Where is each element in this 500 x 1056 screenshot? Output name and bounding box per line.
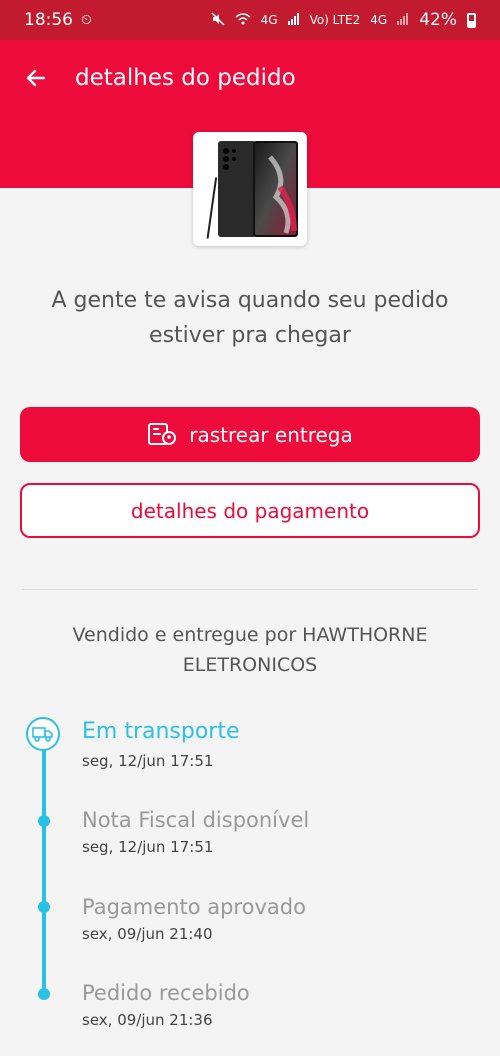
delivery-notice: A gente te avisa quando seu pedido estiv… xyxy=(51,288,449,348)
timeline-current-step xyxy=(26,717,60,751)
timeline-dot xyxy=(38,988,50,1000)
divider xyxy=(22,589,478,590)
network-label: 4G xyxy=(370,13,388,27)
page-title: detalhes do pedido xyxy=(75,65,296,91)
timeline-line xyxy=(42,748,46,996)
back-arrow-icon xyxy=(26,69,46,87)
payment-details-button[interactable]: detalhes do pagamento xyxy=(20,483,480,538)
status-icons: 4G Vo) LTE2 4G 42% xyxy=(211,10,476,30)
track-delivery-label: rastrear entrega xyxy=(189,422,353,447)
timeline-step-date: seg, 12/jun 17:51 xyxy=(82,752,214,770)
battery-percentage: 42% xyxy=(419,10,457,30)
track-delivery-button[interactable]: rastrear entrega xyxy=(20,407,480,462)
network-label: 4G xyxy=(260,13,278,27)
timeline-step-date: sex, 09/jun 21:36 xyxy=(82,1011,213,1029)
timer-icon: ⏲ xyxy=(81,12,92,28)
timeline-step-title: Nota Fiscal disponível xyxy=(82,808,310,832)
seller-info: Vendido e entregue por HAWTHORNE ELETRON… xyxy=(72,624,428,676)
timeline-dot xyxy=(38,815,50,827)
delivery-tracking-icon xyxy=(148,422,177,445)
status-bar: 18:56 ⏲ 4G Vo) LTE2 4G 42% xyxy=(0,0,500,40)
network-label: Vo) LTE2 xyxy=(309,13,361,27)
signal-icon xyxy=(397,12,409,28)
timeline-step-title: Pedido recebido xyxy=(82,981,250,1005)
battery-icon xyxy=(467,12,476,28)
wifi-icon xyxy=(235,12,251,28)
truck-icon xyxy=(32,727,53,742)
timeline-step-title: Pagamento aprovado xyxy=(82,895,306,919)
mute-icon xyxy=(211,11,225,29)
phone-icon xyxy=(206,141,298,239)
status-time: 18:56 xyxy=(24,10,73,30)
timeline-step-date: sex, 09/jun 21:40 xyxy=(82,925,213,943)
timeline-dot xyxy=(38,901,50,913)
product-image[interactable] xyxy=(193,132,307,246)
payment-details-label: detalhes do pagamento xyxy=(130,498,370,523)
back-button[interactable] xyxy=(18,60,54,96)
signal-icon xyxy=(287,12,300,28)
timeline-step-title: Em transporte xyxy=(82,719,240,744)
timeline-step-date: seg, 12/jun 17:51 xyxy=(82,838,214,856)
